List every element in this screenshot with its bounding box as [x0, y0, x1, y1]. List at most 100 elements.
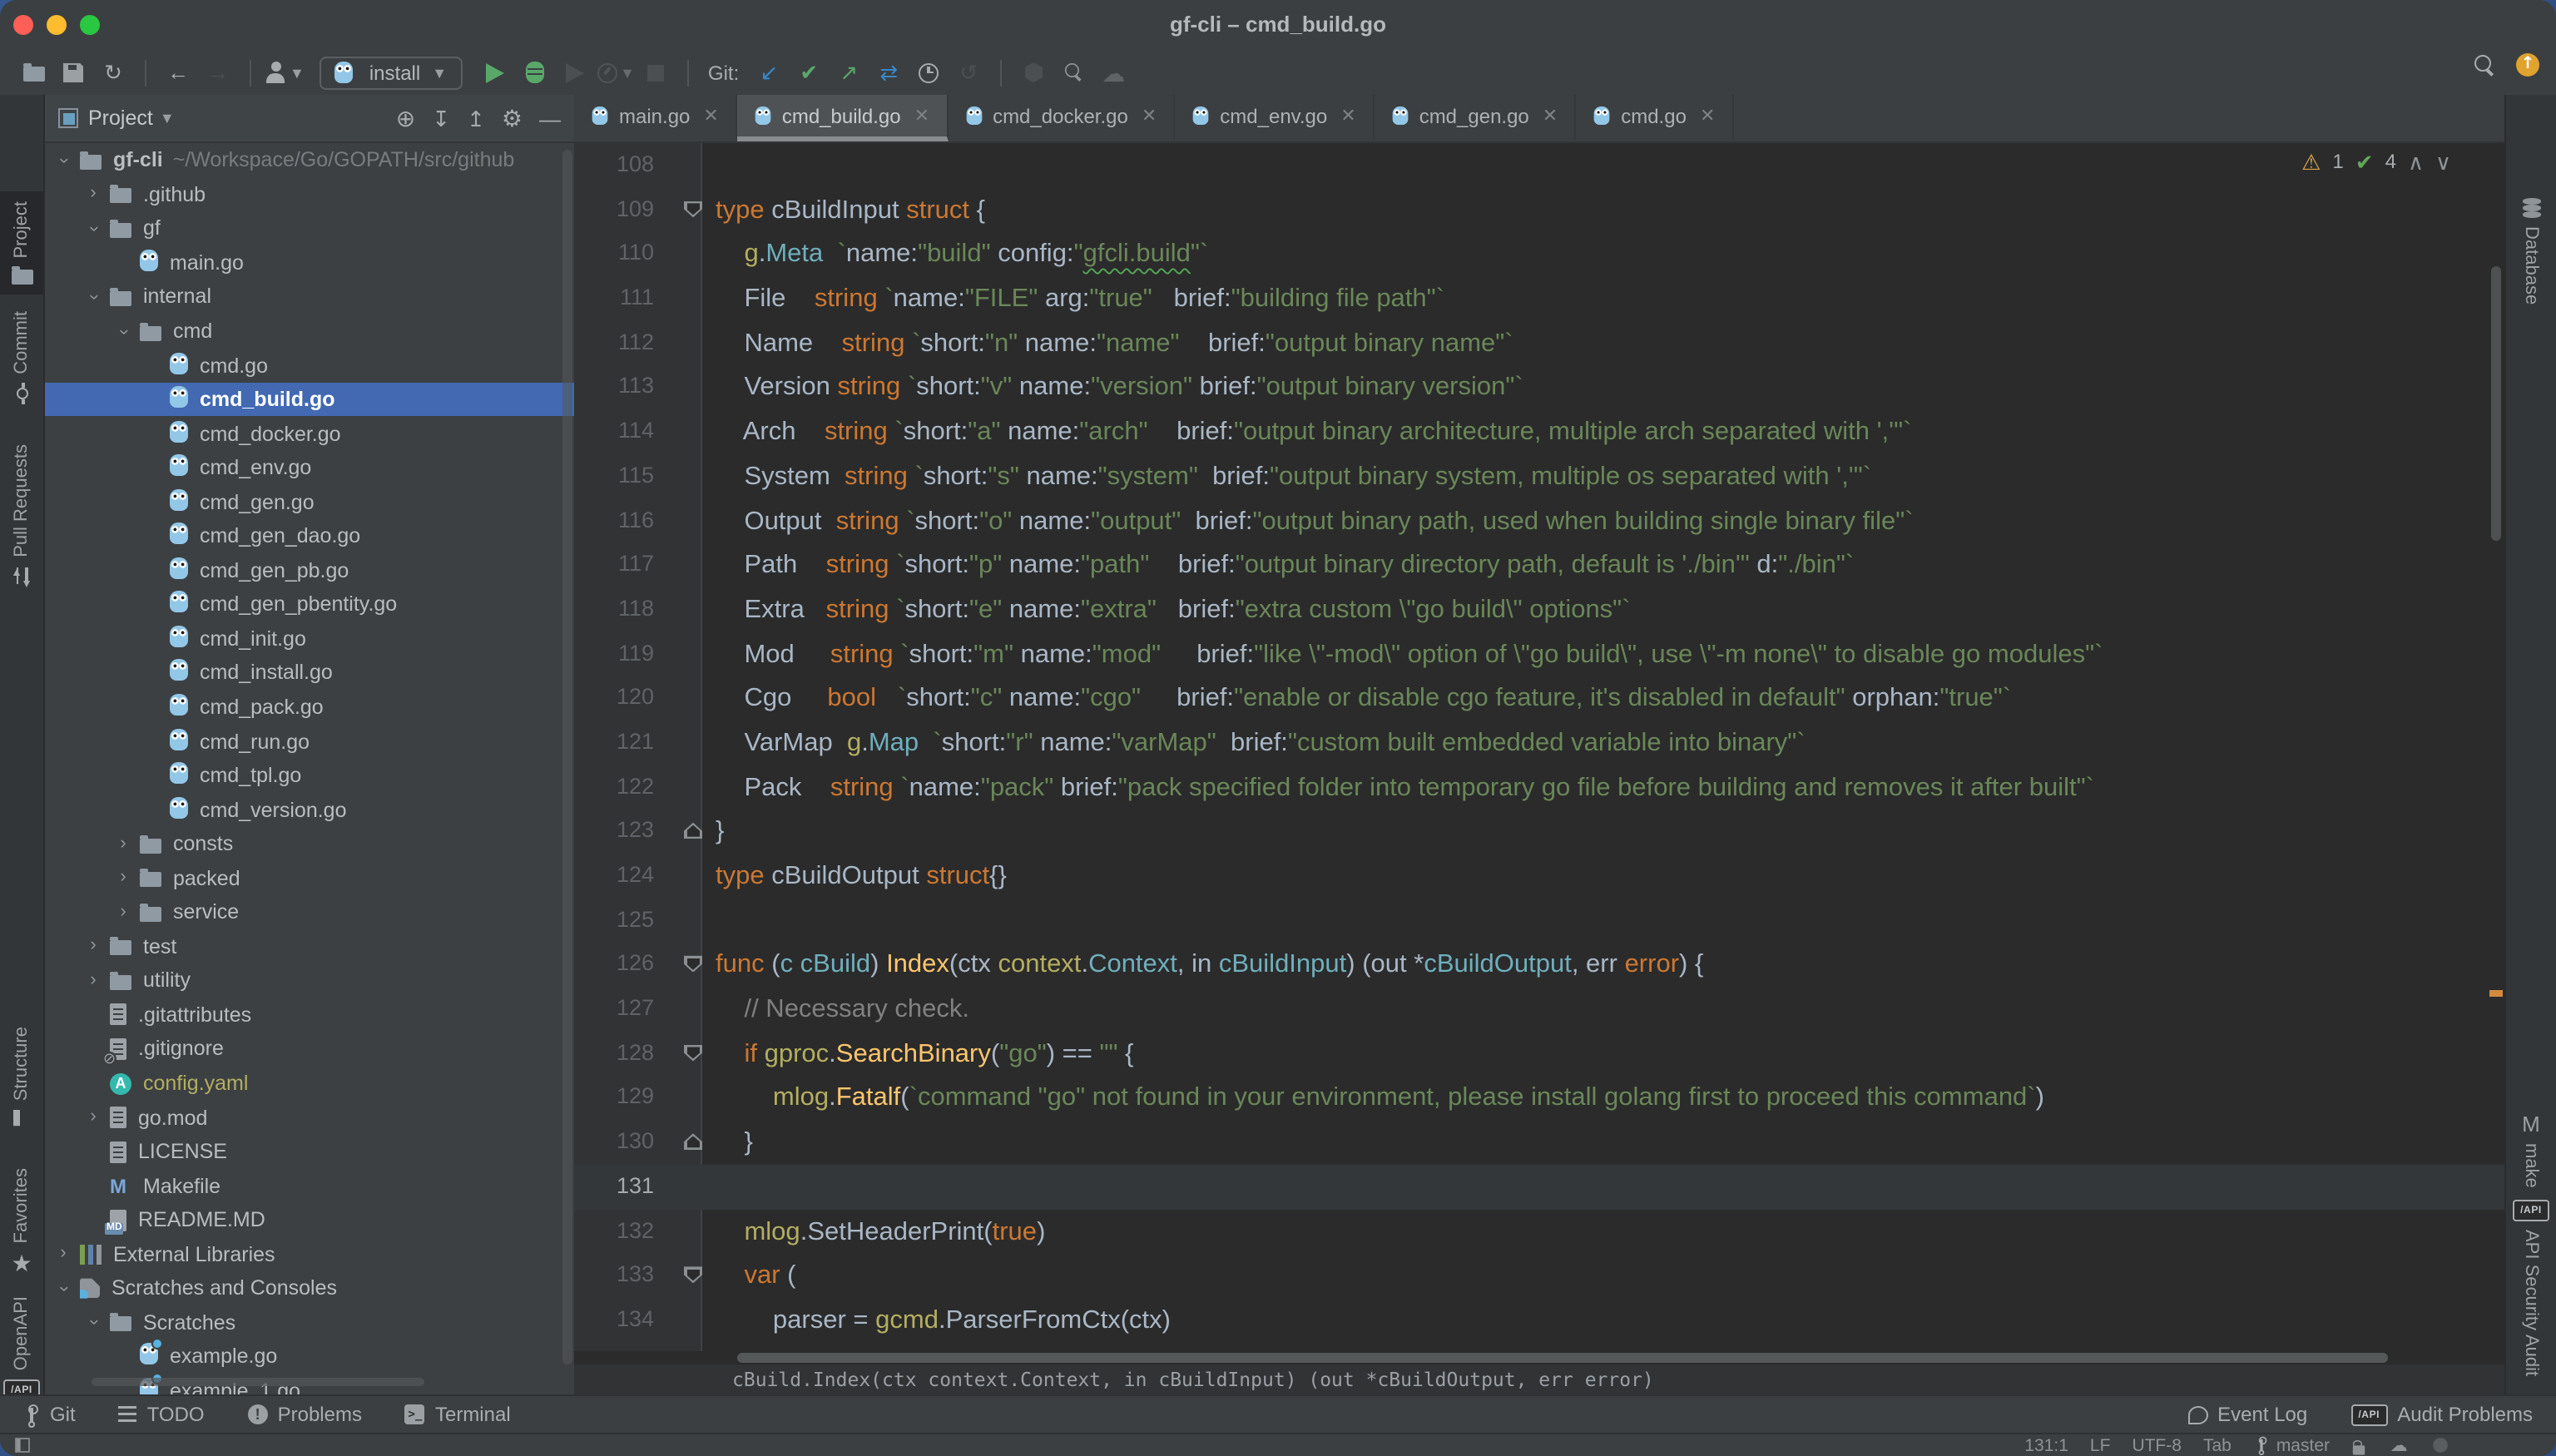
tree-item-utility[interactable]: ›utility: [45, 963, 574, 998]
close-icon[interactable]: ✕: [1700, 105, 1715, 126]
code-line-120[interactable]: 120 Cgo bool `short:"c" name:"cgo" brief…: [574, 676, 2504, 721]
tool-window-button-terminal[interactable]: Terminal: [405, 1403, 511, 1426]
services-hexagon-button[interactable]: [1013, 54, 1053, 91]
run-play-button[interactable]: [475, 54, 515, 91]
tree-item-cmd_install.go[interactable]: cmd_install.go: [45, 656, 574, 690]
line-number[interactable]: 116: [574, 498, 654, 542]
hide-icon[interactable]: —: [539, 107, 561, 129]
scrollbar-thumb[interactable]: [737, 1353, 2388, 1363]
line-number[interactable]: 134: [574, 1298, 654, 1342]
tree-item-go.mod[interactable]: ›go.mod: [45, 1101, 574, 1135]
line-number[interactable]: 112: [574, 321, 654, 365]
code-line-131[interactable]: 131: [574, 1165, 2504, 1209]
fold-marker[interactable]: [684, 1266, 702, 1283]
project-panel-title[interactable]: Project: [88, 106, 153, 130]
tree-item-internal[interactable]: ›internal: [45, 280, 574, 314]
close-icon[interactable]: ✕: [703, 105, 718, 126]
tool-window-button-problems[interactable]: Problems: [248, 1403, 362, 1426]
code-line-112[interactable]: 112 Name string `short:"n" name:"name" b…: [574, 321, 2504, 365]
line-number[interactable]: 111: [574, 276, 654, 320]
git-merge-button[interactable]: ⇄: [869, 54, 909, 91]
tree-item-test[interactable]: ›test: [45, 929, 574, 963]
debug-bug-button[interactable]: [515, 54, 555, 91]
line-number[interactable]: 118: [574, 587, 654, 631]
line-number[interactable]: 130: [574, 1120, 654, 1164]
fold-marker[interactable]: [684, 201, 702, 217]
git-commit-button[interactable]: ✔: [789, 54, 829, 91]
git-push-button[interactable]: ↗: [829, 54, 869, 91]
chevron-up-icon[interactable]: ∧: [2408, 151, 2424, 172]
tree-item-.gitignore[interactable]: .gitignore: [45, 1032, 574, 1066]
run-configuration-select[interactable]: install▼: [320, 56, 462, 89]
line-number[interactable]: 120: [574, 676, 654, 721]
chevron-open-icon[interactable]: ›: [84, 1315, 102, 1331]
line-number[interactable]: 117: [574, 542, 654, 587]
warning-stripe-mark[interactable]: [2489, 990, 2503, 997]
tool-window-button-make[interactable]: Mmake: [2506, 1113, 2556, 1188]
tool-window-button-pull-requests[interactable]: Pull Requests: [0, 444, 43, 587]
tool-window-button-git[interactable]: Git: [23, 1403, 76, 1426]
tree-item-cmd_gen_pbentity.go[interactable]: cmd_gen_pbentity.go: [45, 587, 574, 622]
tree-item-service[interactable]: ›service: [45, 895, 574, 929]
code-line-109[interactable]: 109type cBuildInput struct {: [574, 187, 2504, 231]
code-line-110[interactable]: 110 g.Meta `name:"build" config:"gfcli.b…: [574, 232, 2504, 276]
line-number[interactable]: 123: [574, 810, 654, 854]
chevron-closed-icon[interactable]: ›: [115, 904, 131, 922]
tool-window-button-api-security-audit[interactable]: API Security Audit: [2506, 1200, 2556, 1376]
line-number[interactable]: 119: [574, 631, 654, 676]
close-icon[interactable]: ✕: [1543, 105, 1558, 126]
chevron-closed-icon[interactable]: ›: [85, 186, 102, 204]
chevron-open-icon[interactable]: ›: [84, 289, 102, 305]
code-line-121[interactable]: 121 VarMap g.Map `short:"r" name:"varMap…: [574, 721, 2504, 765]
tree-item-cmd_gen_pb.go[interactable]: cmd_gen_pb.go: [45, 553, 574, 587]
line-number[interactable]: 126: [574, 943, 654, 987]
code-line-113[interactable]: 113 Version string `short:"v" name:"vers…: [574, 365, 2504, 409]
code-line-108[interactable]: 108: [574, 143, 2504, 187]
code-line-124[interactable]: 124type cBuildOutput struct{}: [574, 854, 2504, 898]
tree-item-cmd_docker.go[interactable]: cmd_docker.go: [45, 417, 574, 451]
tree-item-cmd.go[interactable]: cmd.go: [45, 349, 574, 383]
code-line-127[interactable]: 127 // Necessary check.: [574, 987, 2504, 1031]
code-line-119[interactable]: 119 Mod string `short:"m" name:"mod" bri…: [574, 631, 2504, 676]
chevron-closed-icon[interactable]: ›: [85, 1108, 102, 1127]
line-number[interactable]: 109: [574, 187, 654, 231]
user-button[interactable]: ▼: [263, 54, 306, 91]
code-line-114[interactable]: 114 Arch string `short:"a" name:"arch" b…: [574, 409, 2504, 453]
fold-marker[interactable]: [684, 1133, 702, 1150]
status-item[interactable]: [2431, 1436, 2450, 1454]
chevron-down-icon[interactable]: ∨: [2435, 151, 2451, 172]
code-line-111[interactable]: 111 File string `name:"FILE" arg:"true" …: [574, 276, 2504, 320]
collapse-all-icon[interactable]: ↥: [467, 107, 485, 129]
tool-windows-icon[interactable]: [15, 1438, 30, 1453]
inspection-widget[interactable]: ⚠ 1 ✔ 4 ∧ ∨: [2295, 148, 2458, 175]
line-number[interactable]: 127: [574, 987, 654, 1031]
tool-window-button-openapi[interactable]: OpenAPI: [0, 1296, 43, 1400]
tool-window-button-database[interactable]: Database: [2506, 198, 2556, 304]
code-line-130[interactable]: 130 }: [574, 1120, 2504, 1164]
line-number[interactable]: 132: [574, 1209, 654, 1253]
tree-item-External Libraries[interactable]: ›External Libraries: [45, 1237, 574, 1271]
fold-marker[interactable]: [684, 956, 702, 973]
breadcrumb[interactable]: cBuild.Index(ctx context.Context, in cBu…: [574, 1364, 2504, 1394]
code-line-116[interactable]: 116 Output string `short:"o" name:"outpu…: [574, 498, 2504, 542]
status-item-lf[interactable]: LF: [2090, 1435, 2111, 1455]
tree-item-packed[interactable]: ›packed: [45, 861, 574, 895]
status-item-utf8[interactable]: UTF-8: [2132, 1435, 2182, 1455]
line-number[interactable]: 114: [574, 409, 654, 453]
fold-marker[interactable]: [684, 1045, 702, 1062]
tree-item-cmd_env.go[interactable]: cmd_env.go: [45, 451, 574, 485]
history-clock-button[interactable]: [909, 54, 949, 91]
forward-button[interactable]: →: [198, 54, 238, 91]
tree-item-consts[interactable]: ›consts: [45, 827, 574, 861]
line-number[interactable]: 125: [574, 898, 654, 942]
close-icon[interactable]: ✕: [1142, 105, 1157, 126]
tree-item-cmd_build.go[interactable]: cmd_build.go: [45, 383, 574, 417]
code-line-132[interactable]: 132 mlog.SetHeaderPrint(true): [574, 1209, 2504, 1253]
code-line-115[interactable]: 115 System string `short:"s" name:"syste…: [574, 454, 2504, 498]
tool-window-button-commit[interactable]: Commit: [0, 311, 43, 406]
chevron-open-icon[interactable]: ›: [84, 220, 102, 237]
chevron-closed-icon[interactable]: ›: [85, 972, 102, 990]
line-number[interactable]: 133: [574, 1253, 654, 1297]
code-line-134[interactable]: 134 parser = gcmd.ParserFromCtx(ctx): [574, 1298, 2504, 1342]
close-icon[interactable]: ✕: [1340, 105, 1355, 126]
